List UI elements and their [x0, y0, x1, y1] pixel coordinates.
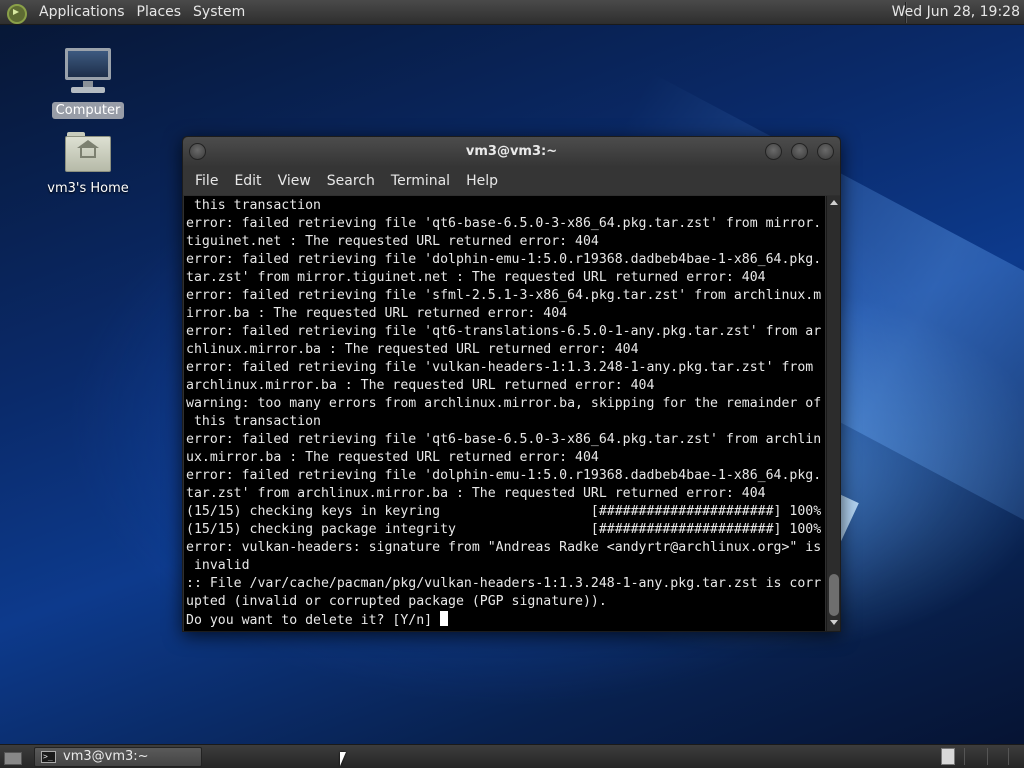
terminal-line: error: failed retrieving file 'qt6-base-…: [186, 432, 822, 447]
terminal-line: tar.zst' from archlinux.mirror.ba : The …: [186, 486, 766, 501]
terminal-line: Do you want to delete it? [Y/n]: [186, 611, 825, 630]
terminal-line: archlinux.mirror.ba : The requested URL …: [186, 378, 655, 393]
terminal-text: this transaction error: failed retrieving…: [186, 197, 825, 630]
clock[interactable]: Wed Jun 28, 19:28: [892, 4, 1020, 20]
top-panel: Applications Places System Wed Jun 28, 1…: [0, 0, 1024, 25]
terminal-line: error: failed retrieving file 'sfml-2.5.…: [186, 288, 822, 303]
terminal-line: error: failed retrieving file 'dolphin-e…: [186, 252, 822, 267]
taskbar-terminal-button[interactable]: vm3@vm3:~: [34, 747, 202, 767]
workspace-1[interactable]: [941, 748, 955, 765]
window-menu-button[interactable]: [189, 143, 206, 160]
window-title: vm3@vm3:~: [465, 144, 558, 159]
terminal-line: tiguinet.net : The requested URL returne…: [186, 234, 599, 249]
menu-help[interactable]: Help: [458, 173, 506, 189]
menu-view[interactable]: View: [270, 173, 319, 189]
scroll-down-arrow-icon[interactable]: [830, 620, 838, 625]
terminal-line: ux.mirror.ba : The requested URL returne…: [186, 450, 599, 465]
desktop-icon-label: vm3's Home: [47, 181, 129, 196]
terminal-line: error: failed retrieving file 'qt6-base-…: [186, 216, 822, 231]
scrollbar-thumb[interactable]: [829, 574, 839, 616]
taskbar-terminal-label: vm3@vm3:~: [63, 749, 149, 764]
workspace-4[interactable]: [1008, 748, 1022, 765]
terminal-line: this transaction: [186, 414, 321, 429]
close-button[interactable]: [817, 143, 834, 160]
desktop-icon-label: Computer: [51, 102, 125, 119]
terminal-line: warning: too many errors from archlinux.…: [186, 396, 822, 411]
terminal-line: :: File /var/cache/pacman/pkg/vulkan-hea…: [186, 576, 822, 591]
terminal-line: (15/15) checking package integrity [####…: [186, 522, 822, 537]
terminal-output[interactable]: this transaction error: failed retrieving…: [184, 196, 825, 631]
maximize-button[interactable]: [791, 143, 808, 160]
terminal-scrollbar[interactable]: [826, 196, 840, 631]
terminal-line: this transaction: [186, 198, 321, 213]
terminal-line: chlinux.mirror.ba : The requested URL re…: [186, 342, 639, 357]
home-folder-icon: [65, 130, 111, 174]
terminal-line: irror.ba : The requested URL returned er…: [186, 306, 568, 321]
menu-system[interactable]: System: [187, 4, 251, 20]
desktop-icon-computer[interactable]: Computer: [43, 46, 133, 119]
terminal-menubar: File Edit View Search Terminal Help: [183, 167, 840, 195]
menu-terminal[interactable]: Terminal: [383, 173, 458, 189]
window-titlebar[interactable]: vm3@vm3:~: [183, 137, 840, 167]
terminal-line: upted (invalid or corrupted package (PGP…: [186, 594, 607, 609]
terminal-line: error: failed retrieving file 'vulkan-he…: [186, 360, 814, 375]
minimize-button[interactable]: [765, 143, 782, 160]
menu-file[interactable]: File: [187, 173, 226, 189]
terminal-line: (15/15) checking keys in keyring [######…: [186, 504, 822, 519]
terminal-line: tar.zst' from mirror.tiguinet.net : The …: [186, 270, 766, 285]
menu-edit[interactable]: Edit: [226, 173, 269, 189]
terminal-window[interactable]: vm3@vm3:~ File Edit View Search Terminal…: [182, 136, 841, 632]
terminal-line: error: failed retrieving file 'qt6-trans…: [186, 324, 822, 339]
bottom-panel: vm3@vm3:~: [0, 744, 1024, 768]
workspace-2[interactable]: [964, 748, 978, 765]
menu-search[interactable]: Search: [319, 173, 383, 189]
computer-icon: [63, 46, 113, 98]
terminal-line: error: failed retrieving file 'dolphin-e…: [186, 468, 822, 483]
show-desktop-icon[interactable]: [2, 748, 22, 766]
distro-logo-icon[interactable]: [5, 1, 27, 24]
desktop-icon-home[interactable]: vm3's Home: [43, 130, 133, 197]
menu-places[interactable]: Places: [131, 4, 188, 20]
mouse-pointer-icon: [340, 752, 346, 766]
workspace-3[interactable]: [987, 748, 1001, 765]
terminal-icon: [41, 748, 56, 766]
terminal-line: error: vulkan-headers: signature from "A…: [186, 540, 822, 555]
terminal-line: invalid: [186, 558, 250, 573]
menu-applications[interactable]: Applications: [33, 4, 131, 20]
terminal-cursor: [440, 611, 449, 626]
scroll-up-arrow-icon[interactable]: [830, 200, 838, 205]
